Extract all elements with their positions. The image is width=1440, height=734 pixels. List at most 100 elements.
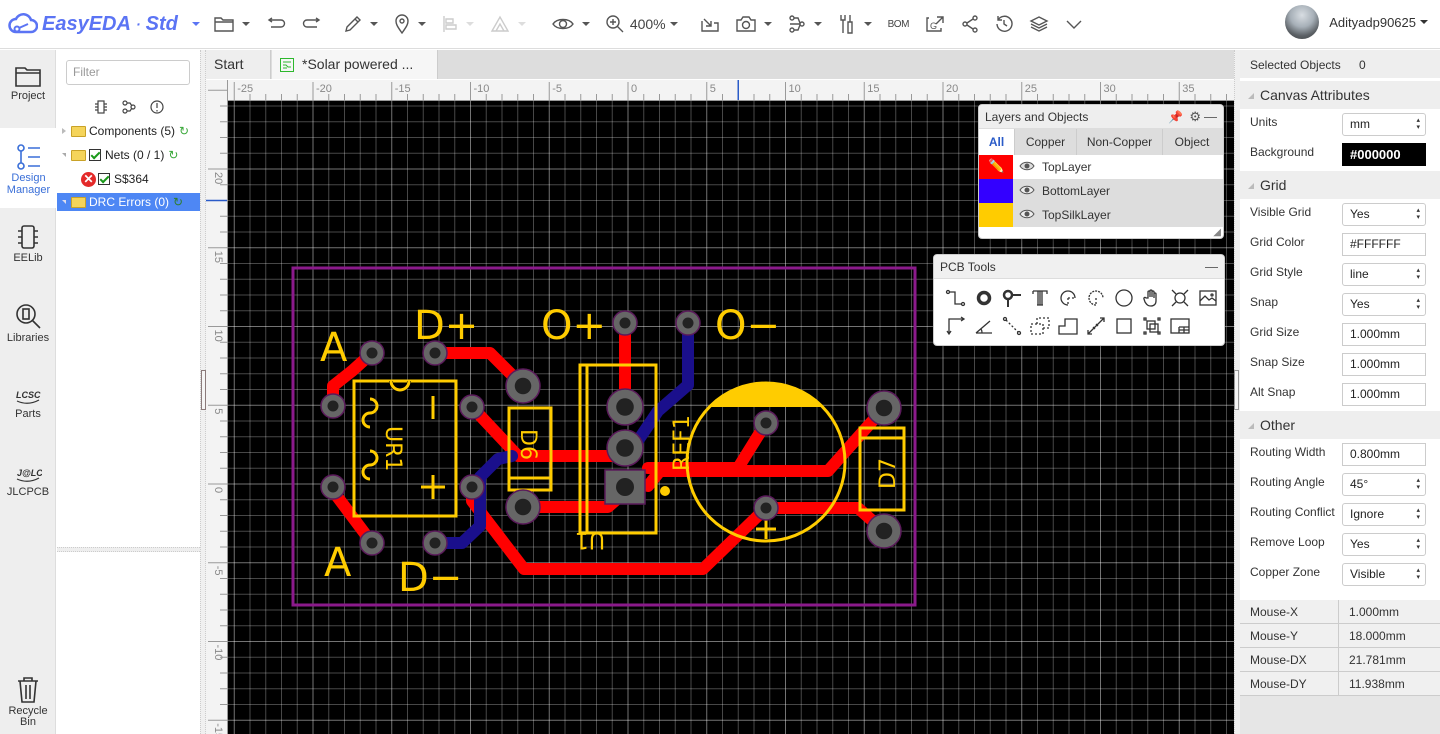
measure-tool[interactable] — [1082, 315, 1110, 337]
circle-tool[interactable] — [1110, 287, 1138, 309]
arc-tool[interactable] — [1082, 287, 1110, 309]
share-button[interactable] — [953, 0, 987, 48]
protractor-tool[interactable] — [970, 315, 998, 337]
group-tool[interactable] — [1138, 315, 1166, 337]
tree-item-net-s364[interactable]: ✕ S$364 — [57, 170, 200, 188]
snap-select[interactable]: Yes — [1342, 293, 1426, 316]
export-button[interactable]: G — [917, 0, 953, 48]
camera-menu-button[interactable] — [728, 0, 780, 48]
units-select[interactable]: mm — [1342, 113, 1426, 136]
pcb-tools-header[interactable]: PCB Tools — — [934, 255, 1224, 279]
pin-icon[interactable]: 📌 — [1168, 105, 1183, 129]
file-menu-button[interactable] — [206, 0, 258, 48]
minimize-icon[interactable]: — — [1205, 255, 1218, 279]
canvas-origin-tool[interactable] — [1166, 315, 1194, 337]
arc-center-tool[interactable] — [1054, 287, 1082, 309]
tab-all[interactable]: All — [979, 129, 1015, 155]
app-logo[interactable]: EasyEDA · Std — [8, 12, 200, 36]
nav-project[interactable]: Project — [0, 64, 56, 128]
view-menu-button[interactable] — [544, 0, 598, 48]
refresh-icon[interactable]: ↻ — [179, 124, 189, 138]
layer-row-toplayer[interactable]: ✏️ TopLayer — [979, 155, 1223, 179]
bom-button[interactable]: BOM — [880, 0, 917, 48]
warning-circle-icon[interactable] — [149, 100, 164, 114]
redo-button[interactable] — [294, 0, 330, 48]
expand-arrow-icon[interactable] — [62, 128, 66, 134]
net-checkbox[interactable] — [98, 173, 110, 185]
net-icon[interactable] — [121, 100, 136, 114]
routing-conflict-select[interactable]: Ignore — [1342, 503, 1426, 526]
routing-width-input[interactable]: 0.800mm — [1342, 443, 1426, 466]
tab-non-copper[interactable]: Non-Copper — [1077, 129, 1163, 155]
rect-tool[interactable] — [1110, 315, 1138, 337]
layers-panel-header[interactable]: Layers and Objects 📌 ⚙ — — [979, 105, 1223, 129]
nav-design-manager[interactable]: Design Manager — [0, 128, 57, 208]
tab-copper[interactable]: Copper — [1015, 129, 1077, 155]
grid-color-field[interactable]: #FFFFFF — [1342, 233, 1426, 256]
grid-size-input[interactable]: 1.000mm — [1342, 323, 1426, 346]
eye-icon[interactable] — [1019, 208, 1035, 222]
via-tool[interactable] — [998, 287, 1026, 309]
layer-color-swatch[interactable] — [979, 179, 1013, 203]
nav-recycle-bin[interactable]: Recycle Bin — [0, 676, 56, 728]
nav-libraries[interactable]: Libraries — [0, 302, 56, 344]
collapse-arrow-icon[interactable] — [62, 200, 66, 204]
panel-splitter[interactable] — [57, 547, 200, 552]
image-tool[interactable] — [1194, 287, 1222, 309]
undo-button[interactable] — [258, 0, 294, 48]
background-color-field[interactable]: #000000 — [1342, 143, 1426, 166]
place-menu-button[interactable] — [386, 0, 434, 48]
minimize-icon[interactable]: — — [1204, 105, 1217, 129]
tools-menu-button[interactable] — [830, 0, 880, 48]
text-tool[interactable] — [1026, 287, 1054, 309]
dimension-tool[interactable] — [942, 315, 970, 337]
tab-object[interactable]: Object — [1163, 129, 1221, 155]
tree-item-nets[interactable]: Nets (0 / 1) ↻ — [57, 146, 200, 164]
eye-icon[interactable] — [1019, 160, 1035, 174]
layers-button[interactable] — [1021, 0, 1057, 48]
layer-row-topsilklayer[interactable]: TopSilkLayer — [979, 203, 1223, 227]
nav-jlcpcb[interactable]: J@LC JLCPCB — [0, 464, 56, 498]
tree-item-drc-errors[interactable]: DRC Errors (0) ↻ — [57, 193, 200, 211]
resize-grip-icon[interactable]: ◢ — [1213, 227, 1221, 238]
tab-solar-powered[interactable]: *Solar powered ... — [272, 50, 438, 79]
align-menu-button[interactable] — [434, 0, 482, 48]
filter-input[interactable]: Filter — [66, 60, 190, 85]
draw-menu-button[interactable] — [336, 0, 386, 48]
nav-parts[interactable]: LCSC Parts — [0, 386, 56, 420]
tree-item-components[interactable]: Components (5) ↻ — [57, 122, 200, 140]
connect-pad-tool[interactable] — [998, 315, 1026, 337]
layer-row-bottomlayer[interactable]: BottomLayer — [979, 179, 1223, 203]
collapse-arrow-icon[interactable] — [62, 153, 66, 157]
netlist-menu-button[interactable] — [780, 0, 830, 48]
section-canvas-attributes[interactable]: Canvas Attributes — [1240, 81, 1440, 109]
pad-tool[interactable] — [970, 287, 998, 309]
grid-style-select[interactable]: line — [1342, 263, 1426, 286]
hole-tool[interactable] — [1166, 287, 1194, 309]
alt-snap-input[interactable]: 1.000mm — [1342, 383, 1426, 406]
snap-size-input[interactable]: 1.000mm — [1342, 353, 1426, 376]
pcb-canvas[interactable]: A A D+ D− O+ O− UR1 D6 REF1 U1 D7 Layers… — [228, 101, 1234, 734]
pan-tool[interactable] — [1138, 287, 1166, 309]
component-icon[interactable] — [94, 100, 108, 114]
tab-start[interactable]: Start — [206, 50, 271, 79]
layer-color-swatch[interactable] — [979, 203, 1013, 227]
nets-checkbox[interactable] — [89, 149, 101, 161]
refresh-icon[interactable]: ↻ — [168, 148, 178, 162]
layer-color-swatch[interactable]: ✏️ — [979, 155, 1013, 179]
refresh-icon[interactable]: ↻ — [173, 195, 183, 209]
nav-eelib[interactable]: EELib — [0, 224, 56, 264]
copper-zone-select[interactable]: Visible — [1342, 563, 1426, 586]
history-button[interactable] — [987, 0, 1021, 48]
collapse-right-handle[interactable] — [1234, 370, 1239, 410]
gear-icon[interactable]: ⚙ — [1189, 105, 1201, 129]
copper-area-tool[interactable] — [1026, 315, 1054, 337]
zoom-menu-button[interactable]: 400% — [598, 0, 686, 48]
user-menu[interactable]: Adityadp90625 — [1285, 5, 1428, 39]
more-button[interactable] — [1057, 0, 1091, 48]
measure-menu-button[interactable] — [482, 0, 534, 48]
section-other[interactable]: Other — [1240, 411, 1440, 439]
eye-icon[interactable] — [1019, 184, 1035, 198]
visible-grid-select[interactable]: Yes — [1342, 203, 1426, 226]
section-grid[interactable]: Grid — [1240, 171, 1440, 199]
